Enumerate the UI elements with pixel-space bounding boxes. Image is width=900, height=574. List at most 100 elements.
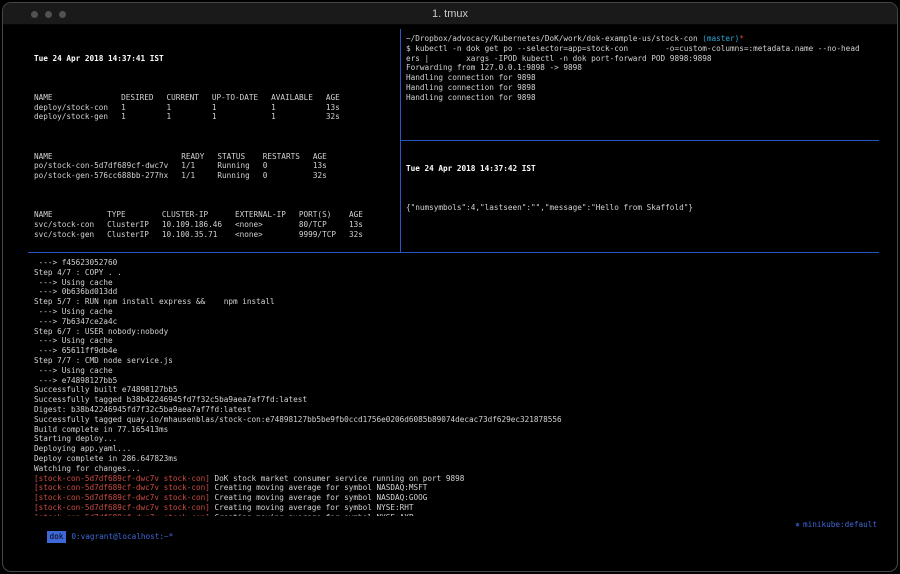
- terminal-line: Deploying app.yaml...: [34, 444, 877, 454]
- table-row: svc/stock-genClusterIP10.100.35.71<none>…: [34, 230, 376, 240]
- plain-text: ~/Dropbox/advocacy/Kubernetes/DoK/work/d…: [406, 34, 702, 43]
- terminal-line: $ kubectl -n dok get po --selector=app=s…: [406, 44, 878, 54]
- table-cell: 1/1: [181, 171, 217, 181]
- table-cell: 1: [121, 103, 166, 113]
- terminal-line: [stock-con-5d7df689cf-dwc7v stock-con] C…: [34, 513, 877, 516]
- highlighted-text: *: [739, 34, 744, 43]
- table-cell: 0: [263, 171, 313, 181]
- terminal-line: Handling connection for 9898: [406, 93, 878, 103]
- table-cell: 13s: [349, 220, 376, 230]
- terminal-line: Step 5/7 : RUN npm install express && np…: [34, 297, 877, 307]
- highlighted-text: [stock-con-5d7df689cf-dwc7v stock-con]: [34, 503, 210, 512]
- highlighted-text: [stock-con-5d7df689cf-dwc7v stock-con]: [34, 513, 210, 516]
- table-cell: RESTARTS: [263, 152, 313, 162]
- tmux-status-bar: dok0:vagrant@localhost:~* ⎈minikube:defa…: [28, 519, 879, 531]
- table-cell: UP-TO-DATE: [212, 93, 271, 103]
- terminal-line: Step 4/7 : COPY . .: [34, 268, 877, 278]
- table-row: deploy/stock-con111113s: [34, 103, 353, 113]
- table-cell: 1: [271, 103, 326, 113]
- table-cell: READY: [181, 152, 217, 162]
- highlighted-text: (master): [702, 34, 739, 43]
- table-cell: 1: [271, 112, 326, 122]
- tmux-session-name[interactable]: dok: [47, 531, 67, 543]
- terminal-line: ---> Using cache: [34, 278, 877, 288]
- table-cell: NAME: [34, 210, 107, 220]
- table-cell: NAME: [34, 152, 181, 162]
- table-header-row: NAMETYPECLUSTER-IPEXTERNAL-IPPORT(S)AGE: [34, 210, 376, 220]
- table-cell: 10.109.186.46: [162, 220, 235, 230]
- terminal-line: Forwarding from 127.0.0.1:9898 -> 9898: [406, 63, 878, 73]
- pane-divider-right[interactable]: [401, 140, 879, 141]
- highlighted-text: [stock-con-5d7df689cf-dwc7v stock-con]: [34, 483, 210, 492]
- table-cell: 1/1: [181, 161, 217, 171]
- pods-table: NAMEREADYSTATUSRESTARTSAGEpo/stock-con-5…: [34, 152, 340, 181]
- deployments-table: NAMEDESIREDCURRENTUP-TO-DATEAVAILABLEAGE…: [34, 93, 353, 122]
- pane-port-forward[interactable]: ~/Dropbox/advocacy/Kubernetes/DoK/work/d…: [406, 34, 878, 136]
- tmux-status-right: ⎈minikube:default: [795, 519, 877, 531]
- table-cell: 1: [121, 112, 166, 122]
- table-cell: po/stock-gen-576cc688bb-277hx: [34, 171, 181, 181]
- tmux-window-item[interactable]: 0:vagrant@localhost:~*: [71, 532, 173, 541]
- table-cell: CLUSTER-IP: [162, 210, 235, 220]
- table-row: deploy/stock-gen111132s: [34, 112, 353, 122]
- terminal-line: ---> 0b636bd013dd: [34, 287, 877, 297]
- terminal-line: Starting deploy...: [34, 434, 877, 444]
- table-cell: AGE: [349, 210, 376, 220]
- table-cell: 10.100.35.71: [162, 230, 235, 240]
- pane-kubectl-watch[interactable]: Tue 24 Apr 2018 14:37:41 IST NAMEDESIRED…: [34, 34, 398, 248]
- table-cell: svc/stock-gen: [34, 230, 107, 240]
- terminal-line: ---> e74898127bb5: [34, 376, 877, 386]
- plain-text: Creating moving average for symbol NYSE:…: [210, 513, 414, 516]
- plain-text: Creating moving average for symbol NYSE:…: [210, 503, 414, 512]
- terminal-line: Step 7/7 : CMD node service.js: [34, 356, 877, 366]
- table-cell: Running: [217, 161, 262, 171]
- pane-curl-watch[interactable]: Tue 24 Apr 2018 14:37:42 IST {"numsymbol…: [406, 144, 878, 244]
- pane-skaffold-log[interactable]: ---> f45623052760Step 4/7 : COPY . . ---…: [34, 258, 877, 516]
- table-cell: 1: [212, 103, 271, 113]
- terminal-line: ---> 7b6347ce2a4c: [34, 317, 877, 327]
- terminal-line: ---> f45623052760: [34, 258, 877, 268]
- table-cell: AGE: [313, 152, 340, 162]
- table-cell: 80/TCP: [299, 220, 349, 230]
- terminal-line: ---> 65611ff9db4e: [34, 346, 877, 356]
- table-row: po/stock-con-5d7df689cf-dwc7v1/1Running0…: [34, 161, 340, 171]
- window-title: 1. tmux: [3, 8, 897, 20]
- table-cell: 32s: [326, 112, 353, 122]
- table-cell: PORT(S): [299, 210, 349, 220]
- table-cell: svc/stock-con: [34, 220, 107, 230]
- table-cell: 13s: [326, 103, 353, 113]
- table-cell: Running: [217, 171, 262, 181]
- pane-timestamp: Tue 24 Apr 2018 14:37:41 IST: [34, 54, 398, 64]
- table-cell: 0: [263, 161, 313, 171]
- plain-text: Creating moving average for symbol NASDA…: [210, 483, 428, 492]
- terminal-line: ers | xargs -IPOD kubectl -n dok port-fo…: [406, 54, 878, 64]
- table-cell: 32s: [349, 230, 376, 240]
- table-cell: 1: [166, 103, 211, 113]
- terminal-window: 1. tmux Tue 24 Apr 2018 14:37:41 IST NAM…: [2, 2, 898, 572]
- table-cell: 13s: [313, 161, 340, 171]
- services-table: NAMETYPECLUSTER-IPEXTERNAL-IPPORT(S)AGEs…: [34, 210, 376, 239]
- table-cell: EXTERNAL-IP: [235, 210, 299, 220]
- terminal-line: Handling connection for 9898: [406, 73, 878, 83]
- terminal-line: ~/Dropbox/advocacy/Kubernetes/DoK/work/d…: [406, 34, 878, 44]
- terminal-line: Successfully tagged quay.io/mhausenblas/…: [34, 415, 877, 425]
- highlighted-text: [stock-con-5d7df689cf-dwc7v stock-con]: [34, 493, 210, 502]
- pane-timestamp: Tue 24 Apr 2018 14:37:42 IST: [406, 164, 878, 174]
- terminal-line: Step 6/7 : USER nobody:nobody: [34, 327, 877, 337]
- terminal-line: Watching for changes...: [34, 464, 877, 474]
- table-cell: <none>: [235, 230, 299, 240]
- terminal-line: Build complete in 77.165413ms: [34, 425, 877, 435]
- table-header-row: NAMEDESIREDCURRENTUP-TO-DATEAVAILABLEAGE: [34, 93, 353, 103]
- kubernetes-context-icon: ⎈: [795, 520, 800, 529]
- table-cell: po/stock-con-5d7df689cf-dwc7v: [34, 161, 181, 171]
- terminal-line: ---> Using cache: [34, 336, 877, 346]
- terminal-line: Handling connection for 9898: [406, 83, 878, 93]
- terminal-line: ---> Using cache: [34, 307, 877, 317]
- terminal-line: [stock-con-5d7df689cf-dwc7v stock-con] D…: [34, 474, 877, 484]
- table-header-row: NAMEREADYSTATUSRESTARTSAGE: [34, 152, 340, 162]
- pane-divider-horizontal[interactable]: [28, 252, 879, 253]
- highlighted-text: [stock-con-5d7df689cf-dwc7v stock-con]: [34, 474, 210, 483]
- table-cell: deploy/stock-con: [34, 103, 121, 113]
- title-bar[interactable]: 1. tmux: [3, 3, 897, 25]
- terminal-line: Deploy complete in 286.647823ms: [34, 454, 877, 464]
